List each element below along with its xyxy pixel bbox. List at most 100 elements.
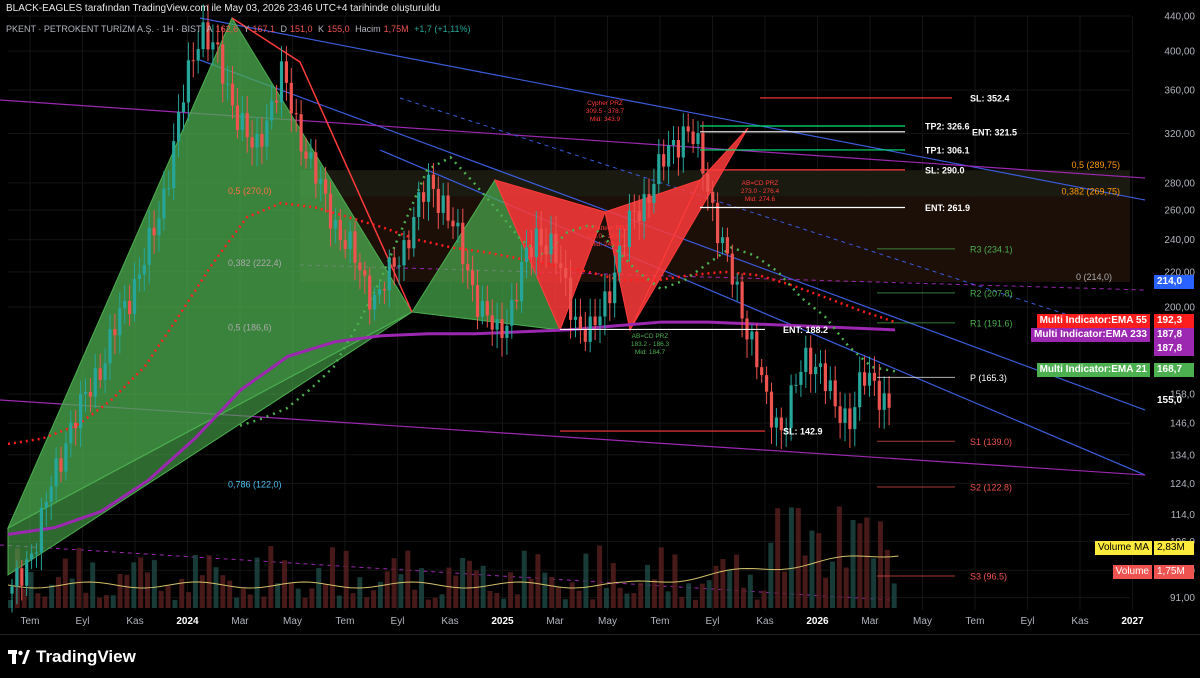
close-label: K: [318, 24, 325, 34]
volume-bar: [535, 554, 541, 608]
volume-bar: [590, 599, 596, 608]
candle-body: [152, 227, 156, 236]
candle-body: [172, 141, 176, 189]
trade-level-label: SL: 290.0: [925, 165, 965, 175]
pivot-label: S2 (122.8): [970, 483, 1012, 493]
low-value: 151,0: [290, 24, 313, 34]
candle-body: [69, 422, 73, 444]
time-tick: Tem: [21, 616, 40, 627]
candle-body: [368, 275, 372, 310]
candle-body: [417, 192, 421, 218]
candle-body: [123, 300, 127, 309]
volume-bar: [364, 597, 370, 608]
price-tag-value: 155,0: [1157, 395, 1183, 407]
time-tick: Mar: [861, 616, 879, 627]
volume-bar: [28, 572, 34, 608]
price-chart[interactable]: SL: 352.4 TP2: 326.6ENT: 321.5TP1: 306.1 S…: [0, 0, 1200, 677]
volume-bar: [240, 588, 246, 608]
candle-body: [88, 391, 92, 397]
candle-body: [725, 237, 729, 254]
trade-level-label: ENT: 321.5: [972, 127, 1017, 137]
candle-body: [377, 289, 382, 295]
volume-bar: [487, 590, 493, 608]
pivot-label: R1 (191.6): [970, 318, 1013, 328]
candle-body: [402, 240, 406, 266]
open-label: A: [206, 24, 213, 34]
price-tag-value: 214,0: [1154, 275, 1194, 290]
time-tick: Eyl: [76, 616, 90, 627]
volume-bar: [405, 550, 411, 608]
time-tick: Tem: [966, 616, 985, 627]
volume-bar: [90, 562, 96, 608]
volume-bar: [227, 580, 233, 608]
candle-body: [137, 274, 141, 280]
candle-body: [490, 315, 494, 330]
candle-body: [843, 408, 847, 423]
candle-body: [39, 507, 43, 553]
candle-body: [441, 195, 445, 213]
candle-body: [735, 281, 739, 285]
pattern-label: 226.0 - 265.8: [586, 233, 625, 240]
volume-bar: [186, 592, 192, 608]
candle-body: [814, 366, 818, 375]
volume-bar: [288, 582, 294, 608]
time-tick: 2025: [491, 616, 514, 627]
tradingview-logo[interactable]: TradingView: [8, 647, 136, 667]
candle-body: [642, 194, 646, 222]
volume-bar: [158, 590, 164, 608]
volume-bar: [782, 571, 788, 608]
volume-bar: [788, 507, 794, 608]
volume-bar: [734, 554, 740, 608]
candle-body: [461, 222, 465, 265]
low-label: D: [280, 24, 288, 34]
candle-body: [348, 231, 352, 249]
volume-bar: [62, 558, 68, 608]
candle-body: [774, 417, 778, 428]
candle-body: [799, 371, 803, 385]
volume-bar: [597, 545, 603, 608]
candle-body: [30, 553, 34, 560]
candle-body: [74, 422, 78, 429]
pattern-label: 5-0 Pattern PRZ: [582, 225, 629, 232]
candle-body: [583, 329, 587, 342]
volume-bar: [83, 592, 89, 608]
candle-body: [706, 173, 710, 192]
price-tag-value: 192,3: [1154, 314, 1194, 329]
candle-body: [853, 407, 857, 430]
brand-name: TradingView: [36, 647, 136, 666]
volume-bar: [857, 523, 863, 608]
symbol-name[interactable]: PKENT · PETROKENT TURİZM A.Ş. · 1H · BIS…: [6, 24, 202, 34]
change-value: +1,7 (+1,11%): [414, 24, 471, 34]
candle-body: [363, 270, 367, 276]
volume-tag-value: 1,75M: [1154, 565, 1194, 579]
price-tick: 134,0: [1170, 450, 1195, 461]
volume-bar: [679, 596, 685, 608]
volume-bar: [624, 593, 630, 608]
candle-body: [186, 60, 190, 103]
volume-value: 1,75M: [383, 24, 409, 34]
fib-label: 0,5 (186,6): [228, 323, 272, 333]
time-tick: Kas: [126, 616, 143, 627]
pattern-label: Mid: 274.6: [745, 196, 776, 203]
candle-body: [872, 372, 876, 381]
candle-body: [613, 272, 617, 304]
candle-body: [559, 263, 563, 268]
pivot-label: R2 (207.8): [970, 288, 1013, 298]
candle-body: [108, 329, 112, 364]
volume-label: Hacim: [355, 24, 381, 34]
time-tick: Tem: [651, 616, 670, 627]
candle-body: [289, 82, 293, 114]
candle-body: [250, 137, 254, 148]
candle-body: [471, 270, 475, 286]
time-tick: 2027: [1121, 616, 1144, 627]
candle-body: [657, 154, 661, 185]
volume-bar: [460, 557, 466, 608]
price-tick: 146,0: [1170, 419, 1195, 430]
volume-bar: [453, 575, 459, 608]
volume-bar: [884, 549, 890, 608]
volume-bar: [576, 590, 582, 608]
volume-bar: [610, 563, 616, 608]
volume-bar: [323, 584, 329, 608]
candle-body: [681, 126, 685, 158]
fib-label: 0 (214,0): [1076, 272, 1112, 282]
